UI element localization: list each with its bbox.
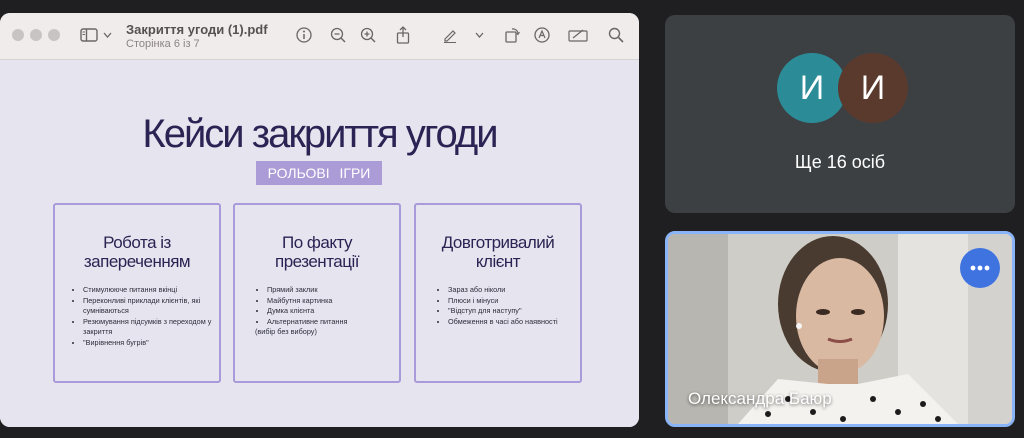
list-item: Зараз або ніколи [448,285,574,296]
list-item: Стимулююче питання вкінці [83,285,213,296]
list-item: "Вирівнення бугрів" [83,338,213,349]
card-note: (вибір без вибору) [255,327,317,336]
speaker-video-tile[interactable]: Олександра Баюр [665,231,1015,427]
info-icon[interactable] [294,23,314,47]
rotate-icon[interactable] [502,23,522,47]
share-icon[interactable] [393,23,413,47]
case-card-objections: Робота із запереченням Стимулююче питанн… [53,203,221,383]
search-icon[interactable] [606,23,626,47]
pdf-viewer-window: Закриття угоди (1).pdf Сторінка 6 із 7 К… [0,13,639,427]
list-item: Обмеження в часі або наявності [448,317,574,328]
others-participants-tile[interactable]: И И Ще 16 осіб [665,15,1015,213]
document-title: Закриття угоди (1).pdf [126,22,268,37]
case-card-long-term-client: Довготривалий клієнт Зараз або ніколи Пл… [414,203,582,383]
card-list: Стимулююче питання вкінці Переконливі пр… [73,285,213,348]
card-list: Прямий заклик Майбутня картинка Думка кл… [257,285,399,327]
slide-badge: РОЛЬОВІ ІГРИ [256,161,382,185]
card-heading: По факту презентації [275,233,359,271]
list-item: Майбутня картинка [267,296,399,307]
case-card-after-presentation: По факту презентації Прямий заклик Майбу… [233,203,401,383]
chevron-down-icon[interactable] [473,23,485,47]
list-item: "Відступ для наступу" [448,306,574,317]
zoom-window-button[interactable] [48,29,60,41]
card-heading: Довготривалий клієнт [441,233,555,271]
slide-title: Кейси закриття угоди [142,112,498,156]
card-list: Зараз або ніколи Плюси і мінуси "Відступ… [438,285,574,327]
sidebar-icon[interactable] [78,23,100,47]
avatar: И [838,53,908,123]
chevron-down-icon[interactable] [101,23,113,47]
zoom-out-icon[interactable] [328,23,348,47]
close-window-button[interactable] [12,29,24,41]
pdf-toolbar: Закриття угоди (1).pdf Сторінка 6 із 7 [0,13,639,60]
card-heading: Робота із запереченням [83,233,191,271]
zoom-in-icon[interactable] [358,23,378,47]
list-item: Плюси і мінуси [448,296,574,307]
others-count-label: Ще 16 осіб [794,152,886,172]
more-dots-icon [970,265,990,271]
page-indicator: Сторінка 6 із 7 [126,38,200,50]
redact-icon[interactable] [567,23,589,47]
list-item: Альтернативне питання [267,317,399,328]
list-item: Резюмування підсумків з переходом у закр… [83,317,213,338]
annotate-icon[interactable] [532,23,552,47]
list-item: Думка клієнта [267,306,399,317]
markup-icon[interactable] [440,23,460,47]
avatar: И [777,53,847,123]
slide-page: Кейси закриття угоди РОЛЬОВІ ІГРИ Робота… [0,60,639,427]
minimize-window-button[interactable] [30,29,42,41]
list-item: Прямий заклик [267,285,399,296]
participant-name: Олександра Баюр [688,389,832,408]
list-item: Переконливі приклади клієнтів, які сумні… [83,296,213,317]
more-options-button[interactable] [960,248,1000,288]
